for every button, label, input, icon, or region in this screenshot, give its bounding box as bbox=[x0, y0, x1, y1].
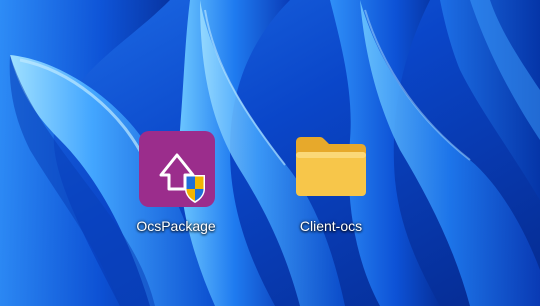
desktop-icon-client-ocs[interactable]: Client-ocs bbox=[276, 128, 386, 246]
desktop-icon-ocspackage[interactable]: OcsPackage bbox=[121, 128, 231, 246]
wallpaper bbox=[0, 0, 540, 306]
desktop: OcsPackage Client-ocs bbox=[0, 0, 540, 306]
folder-icon bbox=[294, 136, 368, 203]
desktop-icon-label: OcsPackage bbox=[136, 218, 216, 234]
desktop-icon-label: Client-ocs bbox=[299, 218, 363, 234]
installer-package-icon bbox=[139, 131, 215, 212]
